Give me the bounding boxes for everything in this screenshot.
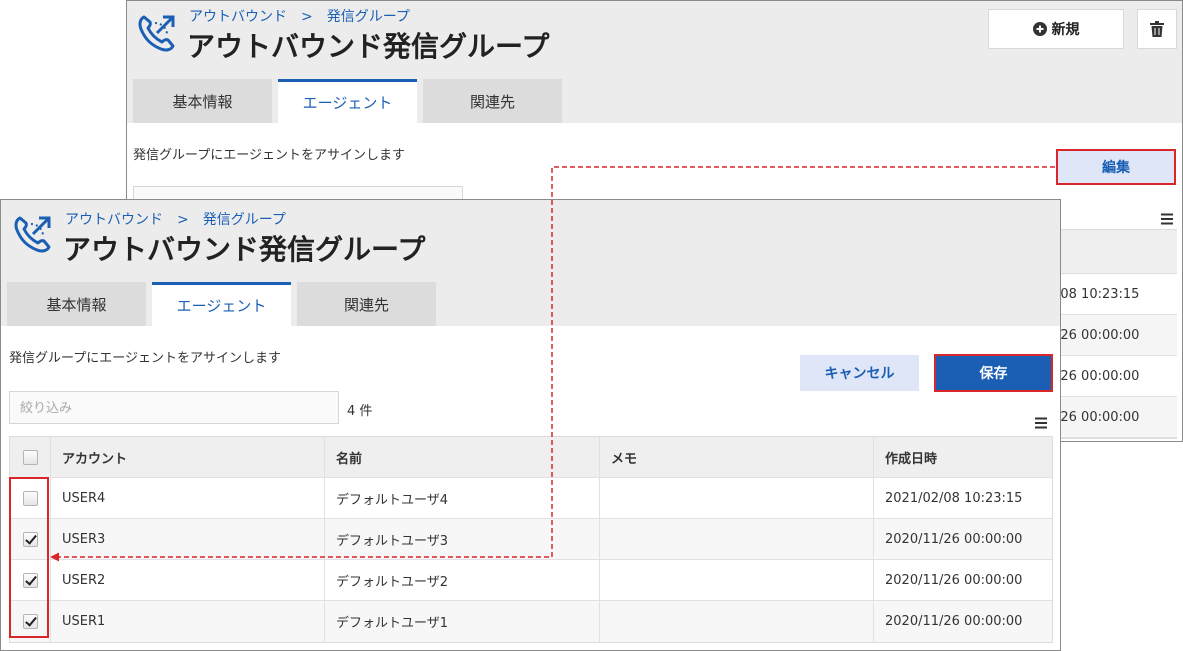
edit-button[interactable]: 編集 — [1056, 149, 1176, 185]
phone-outbound-icon — [14, 216, 51, 253]
count-value: 4 — [347, 404, 356, 419]
front-screen: アウトバウンド > 発信グループ アウトバウンド発信グループ 基本情報 エージェント… — [0, 199, 1061, 651]
cell-account: USER1 — [51, 601, 325, 642]
count-unit: 件 — [359, 404, 373, 419]
breadcrumb-separator: > — [301, 9, 313, 25]
column-header-name[interactable]: 名前 — [325, 437, 600, 477]
tab-related[interactable]: 関連先 — [297, 282, 436, 326]
table-row[interactable]: USER1 デフォルトユーザ1 2020/11/26 00:00:00 — [10, 601, 1052, 642]
breadcrumb-current[interactable]: 発信グループ — [327, 6, 410, 26]
new-button[interactable]: 新規 — [988, 9, 1124, 49]
table-row[interactable]: USER2 デフォルトユーザ2 2020/11/26 00:00:00 — [10, 560, 1052, 601]
table-row[interactable]: USER3 デフォルトユーザ3 2020/11/26 00:00:00 — [10, 519, 1052, 560]
page-title: アウトバウンド発信グループ — [187, 30, 550, 63]
table-header: アカウント 名前 メモ 作成日時 — [10, 437, 1052, 478]
cell-memo — [600, 560, 874, 600]
page-header: アウトバウンド > 発信グループ アウトバウンド発信グループ 新規 基本情報 エージ… — [127, 1, 1182, 123]
cell-created: 2020/11/26 00:00:00 — [885, 531, 1023, 547]
table-row: /26 00:00:00 — [1048, 315, 1177, 356]
plus-circle-icon — [1032, 22, 1047, 36]
table-row: /26 00:00:00 — [1048, 397, 1177, 438]
table-header — [1048, 230, 1177, 274]
save-button[interactable]: 保存 — [934, 354, 1053, 392]
cell-created: 2020/11/26 00:00:00 — [885, 572, 1023, 588]
breadcrumb-parent[interactable]: アウトバウンド — [65, 209, 163, 229]
breadcrumb: アウトバウンド > 発信グループ — [65, 209, 286, 229]
tab-agent[interactable]: エージェント — [152, 282, 291, 326]
cell-name: デフォルトユーザ4 — [325, 478, 600, 518]
tab-description: 発信グループにエージェントをアサインします — [9, 351, 281, 366]
row-checkbox[interactable] — [22, 490, 38, 506]
row-checkbox[interactable] — [22, 614, 38, 629]
tab-basic-info[interactable]: 基本情報 — [7, 282, 146, 326]
count-label: 4 件 — [347, 400, 372, 419]
cell-account: USER4 — [51, 478, 325, 518]
agent-table: アカウント 名前 メモ 作成日時 USER4 デフォルトユーザ4 2021/02… — [9, 436, 1053, 643]
cell-name: デフォルトユーザ1 — [325, 601, 600, 642]
table-row: /26 00:00:00 — [1048, 356, 1177, 397]
select-all-checkbox[interactable] — [22, 449, 38, 465]
hamburger-menu-icon[interactable] — [1035, 417, 1047, 429]
hamburger-menu-icon[interactable] — [1161, 213, 1173, 225]
agent-table: /08 10:23:15 /26 00:00:00 /26 00:00:00 /… — [1047, 229, 1177, 439]
page-header: アウトバウンド > 発信グループ アウトバウンド発信グループ 基本情報 エージェント… — [1, 200, 1060, 326]
cell-account: USER3 — [51, 519, 325, 559]
filter-input[interactable] — [9, 391, 339, 424]
column-header-account[interactable]: アカウント — [51, 437, 325, 477]
tab-description: 発信グループにエージェントをアサインします — [133, 148, 405, 163]
table-row[interactable]: USER4 デフォルトユーザ4 2021/02/08 10:23:15 — [10, 478, 1052, 519]
trash-icon — [1150, 21, 1164, 37]
cell-account: USER2 — [51, 560, 325, 600]
delete-button[interactable] — [1137, 9, 1177, 49]
column-header-created[interactable]: 作成日時 — [874, 437, 1052, 477]
cell-name: デフォルトユーザ2 — [325, 560, 600, 600]
column-header-memo[interactable]: メモ — [600, 437, 874, 477]
breadcrumb-current[interactable]: 発信グループ — [203, 209, 286, 229]
cell-memo — [600, 519, 874, 559]
cell-created: 2020/11/26 00:00:00 — [885, 614, 1023, 629]
cell-memo — [600, 478, 874, 518]
cell-memo — [600, 601, 874, 642]
tab-agent[interactable]: エージェント — [278, 79, 417, 123]
cell-created: 2021/02/08 10:23:15 — [885, 490, 1023, 506]
new-button-label: 新規 — [1051, 22, 1080, 38]
phone-outbound-icon — [138, 15, 175, 52]
cell-name: デフォルトユーザ3 — [325, 519, 600, 559]
breadcrumb-separator: > — [177, 212, 189, 228]
page-title: アウトバウンド発信グループ — [63, 233, 426, 266]
row-checkbox[interactable] — [22, 572, 38, 588]
tab-related[interactable]: 関連先 — [423, 79, 562, 123]
table-row: /08 10:23:15 — [1048, 274, 1177, 315]
breadcrumb: アウトバウンド > 発信グループ — [189, 6, 410, 26]
tab-basic-info[interactable]: 基本情報 — [133, 79, 272, 123]
row-checkbox[interactable] — [22, 531, 38, 547]
breadcrumb-parent[interactable]: アウトバウンド — [189, 6, 287, 26]
cancel-button[interactable]: キャンセル — [800, 355, 919, 391]
